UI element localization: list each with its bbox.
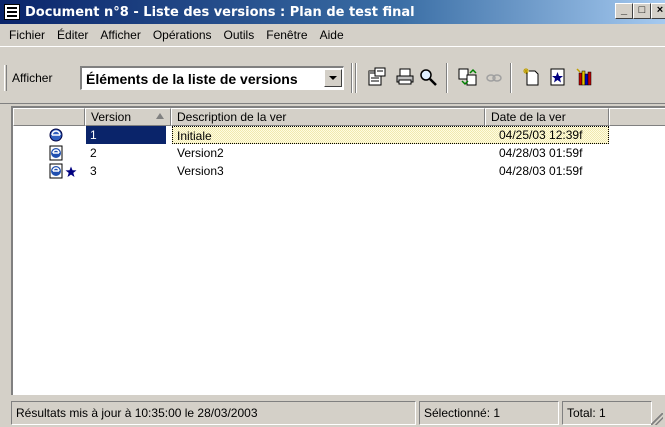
table-row[interactable]: 3 Version3 04/28/03 01:59f	[13, 162, 665, 180]
toolbar-separator	[351, 63, 353, 93]
menu-fichier[interactable]: Fichier	[3, 28, 51, 42]
close-button[interactable]: ×	[651, 3, 665, 19]
menu-aide[interactable]: Aide	[314, 28, 350, 42]
menu-fenetre[interactable]: Fenêtre	[260, 28, 313, 42]
table-row[interactable]: 1 Initiale 04/25/03 12:39f	[13, 126, 665, 144]
chevron-down-icon[interactable]	[324, 69, 342, 87]
col-version-label: Version	[91, 110, 132, 124]
col-date-label: Date de la ver	[491, 110, 566, 124]
menu-afficher[interactable]: Afficher	[94, 28, 146, 42]
description-cell: Version2	[177, 146, 224, 160]
date-cell: 04/28/03 01:59f	[499, 146, 583, 160]
print-icon[interactable]	[395, 67, 415, 87]
show-label: Afficher	[12, 71, 53, 85]
list-header: Version Description de la ver Date de la…	[13, 108, 665, 126]
col-description-label: Description de la ver	[177, 110, 287, 124]
col-filler-header	[609, 108, 665, 126]
toolbar-separator	[510, 63, 512, 93]
version-cell: 3	[90, 164, 97, 178]
description-cell: Version3	[177, 164, 224, 178]
col-icon-header[interactable]	[13, 108, 85, 126]
table-row[interactable]: 2 Version2 04/28/03 01:59f	[13, 144, 665, 162]
status-bar: Résultats mis à jour à 10:35:00 le 28/03…	[0, 399, 665, 427]
library-icon[interactable]	[575, 67, 595, 87]
view-select[interactable]: Éléments de la liste de versions	[80, 66, 344, 90]
version-cell: 1	[86, 126, 166, 144]
menu-operations[interactable]: Opérations	[147, 28, 218, 42]
status-updated: Résultats mis à jour à 10:35:00 le 28/03…	[11, 401, 416, 425]
compare-icon[interactable]	[458, 67, 478, 87]
version-list[interactable]: Version Description de la ver Date de la…	[11, 106, 665, 395]
menu-outils[interactable]: Outils	[218, 28, 261, 42]
sort-ascending-icon	[156, 113, 164, 119]
view-select-value: Éléments de la liste de versions	[86, 71, 298, 87]
version-document-icon	[49, 163, 63, 179]
toolbar: Afficher Éléments de la liste de version…	[0, 46, 665, 104]
col-version-header[interactable]: Version	[85, 108, 171, 126]
title-bar[interactable]: Document n°8 - Liste des versions : Plan…	[0, 0, 665, 24]
menu-bar: Fichier Éditer Afficher Opérations Outil…	[0, 24, 665, 46]
resize-grip[interactable]	[651, 413, 663, 425]
version-cell: 2	[90, 146, 97, 160]
version-document-icon	[49, 145, 63, 161]
description-text: Initiale	[177, 129, 212, 143]
find-icon[interactable]	[418, 67, 438, 87]
menu-editer[interactable]: Éditer	[51, 28, 94, 42]
date-cell: 04/25/03 12:39f	[499, 128, 583, 142]
col-date-header[interactable]: Date de la ver	[485, 108, 609, 126]
window-title: Document n°8 - Liste des versions : Plan…	[25, 4, 415, 20]
date-cell: 04/28/03 01:59f	[499, 164, 583, 178]
status-total: Total: 1	[562, 401, 652, 425]
maximize-button[interactable]: □	[633, 3, 651, 19]
col-description-header[interactable]: Description de la ver	[171, 108, 485, 126]
minimize-button[interactable]: _	[615, 3, 633, 19]
new-version-icon[interactable]	[522, 67, 542, 87]
toolbar-separator	[446, 63, 448, 93]
version-document-icon	[49, 128, 63, 142]
toolbar-separator	[355, 63, 357, 93]
link-icon[interactable]	[484, 67, 504, 87]
current-version-star-icon	[65, 166, 77, 177]
star-icon[interactable]	[548, 67, 568, 87]
document-icon	[4, 4, 20, 20]
properties-icon[interactable]	[367, 67, 387, 87]
status-selected: Sélectionné: 1	[419, 401, 559, 425]
toolbar-grip[interactable]	[4, 65, 7, 91]
